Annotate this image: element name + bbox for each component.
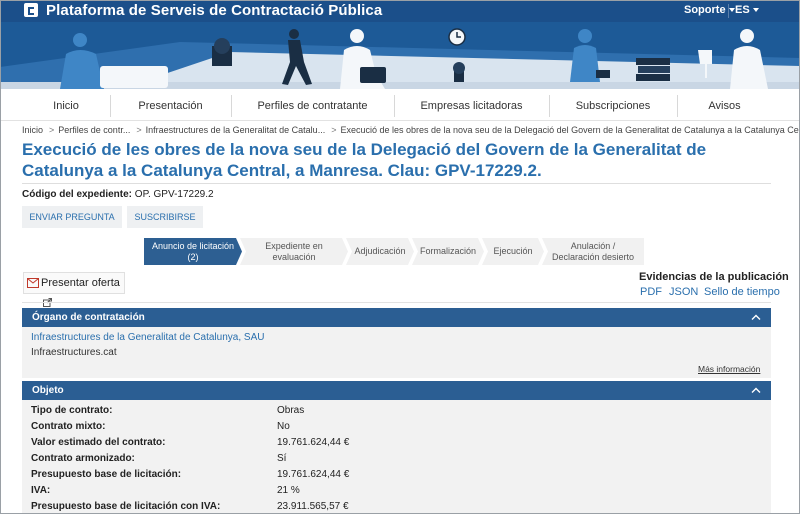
row-label: Presupuesto base de licitación con IVA: [31, 501, 221, 512]
step-label: Expediente en evaluación [265, 240, 323, 262]
expedient-code: Código del expediente: OP. GPV-17229.2 [22, 189, 214, 200]
row-value: 23.911.565,57 € [277, 501, 349, 512]
send-question-button[interactable]: ENVIAR PREGUNTA [22, 206, 122, 228]
step-label: Anuncio de licitación (2) [151, 240, 235, 262]
row-value: No [277, 421, 290, 432]
breadcrumb: Inicio > Perfiles de contr... > Infraestruct… [22, 125, 800, 135]
step-adjudicacion[interactable]: Adjudicación [346, 238, 414, 265]
header-banner-illustration [0, 22, 800, 89]
step-label: Ejecución [493, 246, 533, 256]
step-anuncio-licitacion[interactable]: Anuncio de licitación (2) [144, 238, 242, 265]
chevron-up-icon[interactable] [751, 387, 761, 393]
step-label: Anulación / Declaración desierto [551, 240, 635, 262]
evidence-json-link[interactable]: JSON [669, 286, 698, 298]
support-menu[interactable]: Soporte [684, 4, 735, 16]
divider [22, 183, 771, 184]
main-nav: Inicio Presentación Perfiles de contrata… [0, 91, 800, 121]
row-label: IVA: [31, 485, 51, 496]
procedure-steps: Anuncio de licitación (2) Expediente en … [144, 238, 644, 265]
breadcrumb-item[interactable]: Perfiles de contr... [58, 125, 130, 135]
chevron-up-icon[interactable] [751, 314, 761, 320]
subscribe-button[interactable]: SUSCRIBIRSE [127, 206, 203, 228]
submit-offer-button[interactable]: Presentar oferta [23, 272, 125, 307]
breadcrumb-item[interactable]: Inicio [22, 125, 43, 135]
row-label: Valor estimado del contrato: [31, 437, 166, 448]
row-value: 19.761.624,44 € [277, 437, 350, 448]
breadcrumb-separator: > [49, 125, 55, 135]
row-label: Contrato armonizado: [31, 453, 135, 464]
language-menu[interactable]: ES [735, 4, 759, 16]
support-menu-label: Soporte [684, 4, 726, 16]
section-organo-title: Órgano de contratación [32, 312, 145, 323]
more-info-link[interactable]: Más información [698, 364, 760, 374]
nav-item-subscripciones[interactable]: Subscripciones [549, 91, 677, 121]
chevron-down-icon [752, 8, 759, 12]
nav-item-empresas[interactable]: Empresas licitadoras [394, 91, 549, 121]
row-value: 19.761.624,44 € [277, 469, 350, 480]
breadcrumb-separator: > [136, 125, 142, 135]
step-anulacion[interactable]: Anulación / Declaración desierto [542, 238, 644, 265]
breadcrumb-separator: > [331, 125, 337, 135]
row-value: Sí [277, 453, 287, 464]
row-value: Obras [277, 405, 305, 416]
evidence-timestamp-link[interactable]: Sello de tiempo [704, 286, 780, 298]
expedient-code-value: OP. GPV-17229.2 [134, 189, 214, 200]
row-label: Tipo de contrato: [31, 405, 113, 416]
breadcrumb-item[interactable]: Infraestructures de la Generalitat de Ca… [146, 125, 326, 135]
chevron-down-icon [728, 8, 735, 12]
organ-name-link[interactable]: Infraestructures de la Generalitat de Ca… [31, 332, 264, 343]
expedient-code-label: Código del expediente: [22, 189, 133, 200]
submit-offer-label: Presentar oferta [41, 277, 120, 289]
step-label: Formalización [419, 246, 477, 256]
nav-item-avisos[interactable]: Avisos [677, 91, 772, 121]
nav-item-presentacion[interactable]: Presentación [110, 91, 231, 121]
divider [728, 4, 729, 18]
platform-logo-icon [24, 3, 38, 17]
section-organo-header[interactable]: Órgano de contratación [22, 308, 771, 327]
row-label: Presupuesto base de licitación: [31, 469, 182, 480]
organ-site: Infraestructures.cat [31, 347, 117, 358]
nav-item-inicio[interactable]: Inicio [22, 91, 110, 121]
step-formalizacion[interactable]: Formalización [412, 238, 484, 265]
top-bar: Plataforma de Serveis de Contractació Pú… [0, 0, 800, 22]
section-objeto-header[interactable]: Objeto [22, 381, 771, 400]
language-menu-label: ES [735, 4, 750, 16]
step-label: Adjudicación [354, 246, 406, 256]
step-expediente-evaluacion[interactable]: Expediente en evaluación [240, 238, 348, 265]
page-title: Execució de les obres de la nova seu de … [22, 140, 707, 180]
envelope-icon [27, 278, 39, 288]
site-title[interactable]: Plataforma de Serveis de Contractació Pú… [46, 2, 382, 19]
breadcrumb-current: Execució de les obres de la nova seu de … [340, 125, 800, 135]
row-label: Contrato mixto: [31, 421, 106, 432]
evidence-pdf-link[interactable]: PDF [640, 286, 662, 298]
row-value: 21 % [277, 485, 300, 496]
divider [22, 302, 771, 303]
office-illustration [0, 28, 800, 89]
section-objeto-title: Objeto [32, 385, 64, 396]
nav-item-perfiles[interactable]: Perfiles de contratante [231, 91, 394, 121]
step-ejecucion[interactable]: Ejecución [482, 238, 544, 265]
evidence-title: Evidencias de la publicación [639, 271, 789, 283]
